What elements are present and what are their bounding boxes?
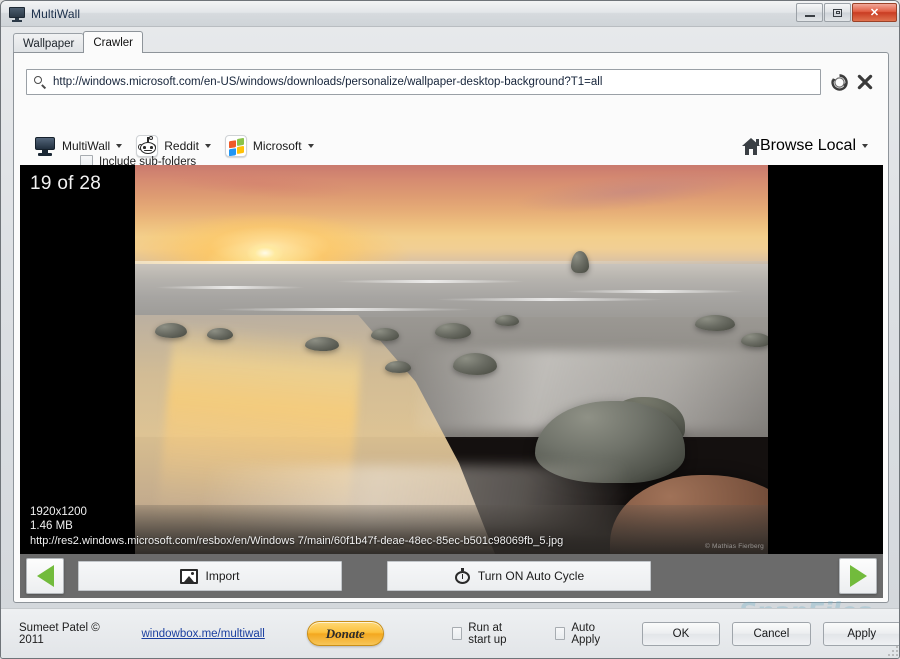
chevron-down-icon[interactable] [116, 144, 123, 148]
url-input-value: http://windows.microsoft.com/en-US/windo… [53, 76, 603, 88]
run-at-startup-row[interactable]: Run at start up [451, 621, 527, 646]
crawler-panel: http://windows.microsoft.com/en-US/windo… [13, 52, 889, 603]
photo-rock [305, 337, 339, 351]
cancel-button[interactable]: Cancel [732, 621, 811, 646]
multiwall-monitor-icon [34, 136, 56, 156]
tab-crawler[interactable]: Crawler [83, 31, 143, 53]
footer-bar: Sumeet Patel © 2011 windowbox.me/multiwa… [1, 608, 899, 658]
photo-credit: © Mathias Fierberg [705, 543, 764, 550]
wallpaper-photo: © Mathias Fierberg [135, 165, 768, 554]
image-preview[interactable]: © Mathias Fierberg 19 of 28 1920x1200 1.… [20, 165, 883, 554]
auto-apply-row[interactable]: Auto Apply [554, 621, 614, 646]
import-label: Import [205, 569, 240, 583]
reddit-alien-icon [136, 135, 159, 157]
restore-button[interactable] [824, 3, 851, 22]
auto-cycle-label: Turn ON Auto Cycle [477, 569, 585, 583]
close-button[interactable]: ✕ [852, 3, 897, 22]
cancel-label: Cancel [753, 627, 790, 640]
browse-local-button[interactable]: Browse Local [734, 131, 876, 161]
source-reddit-label: Reddit [164, 139, 199, 153]
title-bar: MultiWall ✕ [1, 1, 899, 27]
photo-rock [453, 353, 497, 375]
browse-local-label: Browse Local [759, 137, 856, 154]
url-input[interactable]: http://windows.microsoft.com/en-US/windo… [26, 69, 821, 95]
windows-logo-icon [224, 135, 247, 157]
ok-button[interactable]: OK [641, 621, 721, 646]
import-button[interactable]: Import [78, 561, 342, 591]
run-at-startup-checkbox[interactable] [451, 627, 463, 640]
url-row: http://windows.microsoft.com/en-US/windo… [26, 69, 878, 95]
action-row: Import Turn ON Auto Cycle [20, 554, 883, 598]
run-at-startup-label: Run at start up [468, 621, 507, 646]
chevron-down-icon[interactable] [307, 144, 314, 148]
letterbox-right [768, 165, 883, 554]
website-link[interactable]: windowbox.me/multiwall [141, 628, 264, 640]
letterbox-left [20, 165, 135, 554]
donate-button[interactable]: Donate [306, 621, 384, 646]
source-microsoft[interactable]: Microsoft [218, 131, 321, 161]
chevron-down-icon[interactable] [862, 144, 868, 148]
photo-rock [741, 333, 768, 347]
arrow-left-icon [36, 565, 54, 587]
resize-grip[interactable] [886, 644, 898, 656]
photo-rock [495, 315, 519, 326]
donate-label: Donate [325, 625, 365, 641]
tab-strip: Wallpaper Crawler [13, 31, 889, 53]
app-window: MultiWall ✕ Wallpaper Crawler http://win… [0, 0, 900, 659]
photo-rock [385, 361, 411, 373]
auto-apply-checkbox[interactable] [554, 627, 566, 640]
copyright-text: Sumeet Patel © 2011 [19, 621, 100, 646]
apply-button[interactable]: Apply [822, 621, 899, 646]
close-icon: ✕ [869, 7, 880, 19]
stopwatch-icon [454, 567, 471, 585]
window-controls: ✕ [796, 3, 897, 22]
image-import-icon [180, 568, 199, 584]
image-filesize: 1.46 MB [30, 520, 73, 532]
image-info: 1920x1200 1.46 MB http://res2.windows.mi… [30, 505, 563, 549]
apply-label: Apply [847, 627, 877, 640]
tab-wallpaper-label: Wallpaper [23, 37, 75, 50]
source-multiwall-label: MultiWall [62, 139, 111, 153]
minimize-button[interactable] [796, 3, 823, 22]
chevron-down-icon[interactable] [204, 144, 211, 148]
app-monitor-icon [9, 6, 25, 22]
auto-apply-label: Auto Apply [571, 621, 601, 646]
next-image-button[interactable] [839, 558, 877, 594]
image-counter: 19 of 28 [30, 173, 102, 194]
image-source-url[interactable]: http://res2.windows.microsoft.com/resbox… [30, 534, 563, 549]
photo-rock [435, 323, 471, 339]
photo-rock [695, 315, 735, 331]
refresh-icon[interactable] [828, 70, 850, 94]
photo-rock [207, 328, 233, 340]
photo-sun [247, 243, 283, 263]
home-icon [741, 137, 760, 155]
image-resolution: 1920x1200 [30, 505, 87, 518]
source-microsoft-label: Microsoft [252, 139, 302, 153]
stop-close-icon[interactable] [854, 70, 876, 94]
previous-image-button[interactable] [26, 558, 64, 594]
arrow-right-icon [849, 565, 867, 587]
search-icon [33, 75, 47, 89]
photo-rock [155, 323, 187, 338]
tab-wallpaper[interactable]: Wallpaper [13, 33, 85, 53]
photo-rock [371, 328, 399, 341]
auto-cycle-button[interactable]: Turn ON Auto Cycle [387, 561, 651, 591]
ok-label: OK [672, 627, 690, 640]
window-title: MultiWall [31, 6, 81, 21]
tab-crawler-label: Crawler [93, 36, 133, 49]
